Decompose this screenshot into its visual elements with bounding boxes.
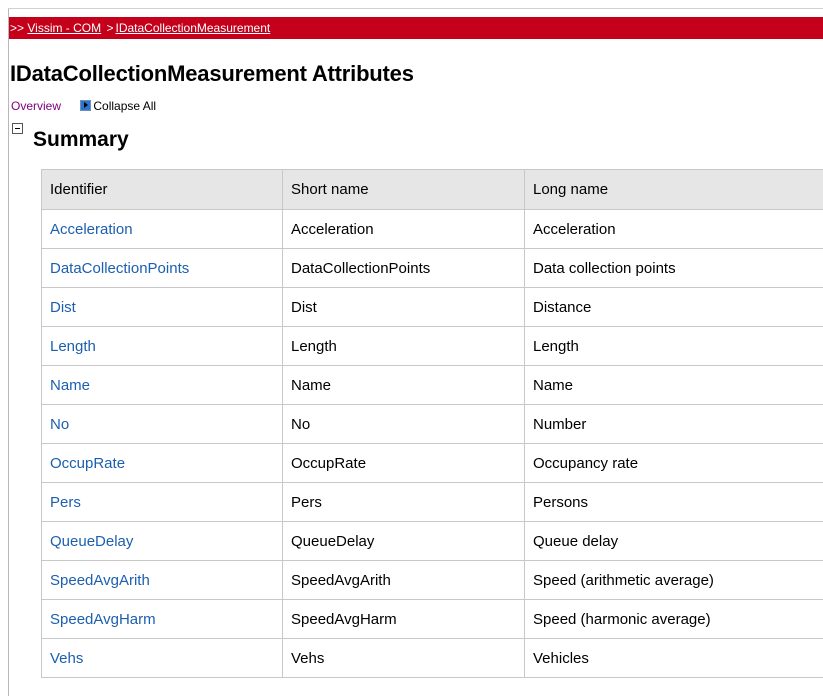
column-header-long-name: Long name [524, 169, 823, 210]
long-name-cell: Acceleration [524, 209, 823, 249]
collapse-section-icon[interactable] [12, 123, 23, 134]
identifier-link[interactable]: SpeedAvgHarm [41, 599, 283, 639]
table-row: Vehs Vehs Vehicles [41, 638, 823, 678]
table-row: Acceleration Acceleration Acceleration [41, 209, 823, 249]
long-name-cell: Length [524, 326, 823, 366]
table-row: Length Length Length [41, 326, 823, 366]
identifier-link[interactable]: Length [41, 326, 283, 366]
identifier-link[interactable]: Name [41, 365, 283, 405]
long-name-cell: Data collection points [524, 248, 823, 288]
breadcrumb-link-vissim-com[interactable]: Vissim - COM [27, 21, 101, 35]
top-divider [8, 8, 823, 9]
overview-link[interactable]: Overview [11, 99, 61, 113]
table-row: Pers Pers Persons [41, 482, 823, 522]
breadcrumb: >> Vissim - COM > IDataCollectionMeasurem… [9, 17, 823, 39]
collapse-all-button[interactable]: Collapse All [80, 99, 156, 113]
short-name-cell: DataCollectionPoints [282, 248, 525, 288]
short-name-cell: OccupRate [282, 443, 525, 483]
long-name-cell: Number [524, 404, 823, 444]
summary-table: Identifier Short name Long name Accelera… [41, 169, 823, 678]
table-header-row: Identifier Short name Long name [41, 169, 823, 210]
long-name-cell: Persons [524, 482, 823, 522]
short-name-cell: Length [282, 326, 525, 366]
breadcrumb-separator: > [106, 21, 114, 35]
page-title: IDataCollectionMeasurement Attributes [10, 61, 414, 86]
table-row: OccupRate OccupRate Occupancy rate [41, 443, 823, 483]
short-name-cell: Name [282, 365, 525, 405]
breadcrumb-prefix: >> [10, 21, 25, 35]
table-row: Dist Dist Distance [41, 287, 823, 327]
top-links: Overview Collapse All [11, 99, 156, 113]
table-row: No No Number [41, 404, 823, 444]
table-row: DataCollectionPoints DataCollectionPoint… [41, 248, 823, 288]
long-name-cell: Queue delay [524, 521, 823, 561]
short-name-cell: Dist [282, 287, 525, 327]
short-name-cell: No [282, 404, 525, 444]
identifier-link[interactable]: DataCollectionPoints [41, 248, 283, 288]
collapse-all-label: Collapse All [93, 99, 157, 113]
table-row: Name Name Name [41, 365, 823, 405]
long-name-cell: Distance [524, 287, 823, 327]
short-name-cell: Pers [282, 482, 525, 522]
identifier-link[interactable]: Acceleration [41, 209, 283, 249]
short-name-cell: Vehs [282, 638, 525, 678]
short-name-cell: Acceleration [282, 209, 525, 249]
column-header-identifier: Identifier [41, 169, 283, 210]
table-row: SpeedAvgHarm SpeedAvgHarm Speed (harmoni… [41, 599, 823, 639]
long-name-cell: Speed (harmonic average) [524, 599, 823, 639]
table-row: QueueDelay QueueDelay Queue delay [41, 521, 823, 561]
identifier-link[interactable]: OccupRate [41, 443, 283, 483]
short-name-cell: QueueDelay [282, 521, 525, 561]
identifier-link[interactable]: SpeedAvgArith [41, 560, 283, 600]
identifier-link[interactable]: Pers [41, 482, 283, 522]
long-name-cell: Vehicles [524, 638, 823, 678]
collapse-arrow-icon [80, 100, 92, 111]
left-frame-border [0, 8, 9, 696]
long-name-cell: Occupancy rate [524, 443, 823, 483]
short-name-cell: SpeedAvgHarm [282, 599, 525, 639]
long-name-cell: Speed (arithmetic average) [524, 560, 823, 600]
identifier-link[interactable]: QueueDelay [41, 521, 283, 561]
identifier-link[interactable]: Dist [41, 287, 283, 327]
identifier-link[interactable]: No [41, 404, 283, 444]
short-name-cell: SpeedAvgArith [282, 560, 525, 600]
long-name-cell: Name [524, 365, 823, 405]
breadcrumb-link-idatacollectionmeasurement[interactable]: IDataCollectionMeasurement [116, 21, 271, 35]
identifier-link[interactable]: Vehs [41, 638, 283, 678]
table-row: SpeedAvgArith SpeedAvgArith Speed (arith… [41, 560, 823, 600]
column-header-short-name: Short name [282, 169, 525, 210]
section-title-summary: Summary [33, 128, 129, 151]
